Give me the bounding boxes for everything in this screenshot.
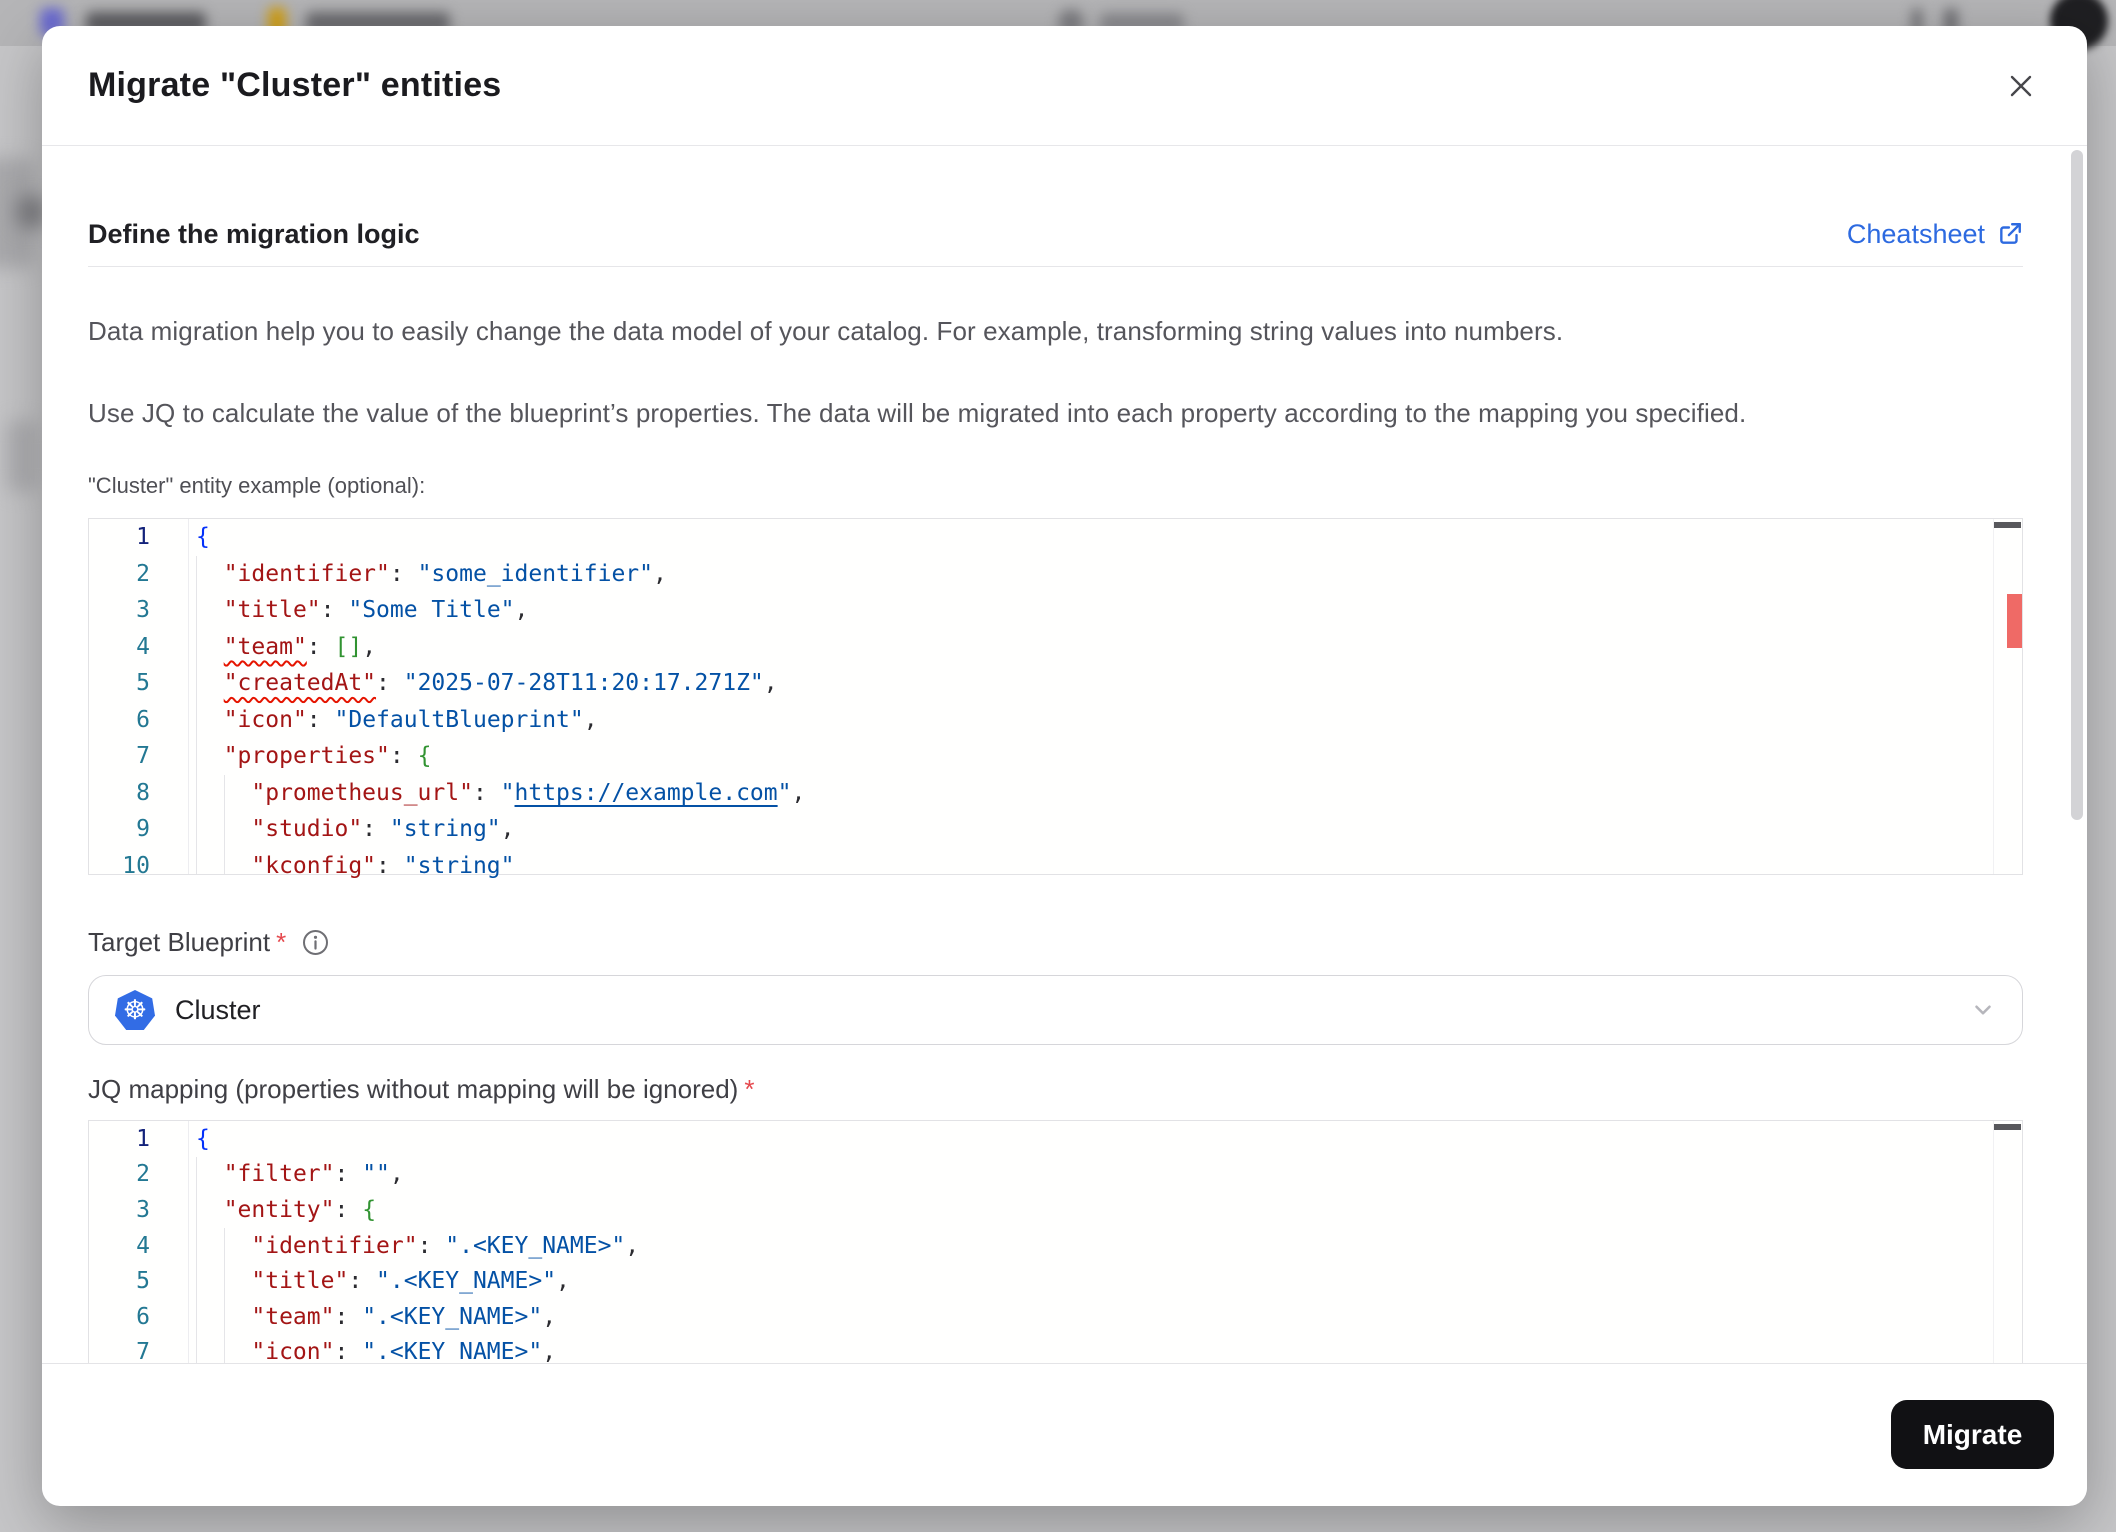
target-blueprint-value: Cluster [175, 994, 261, 1025]
cheatsheet-link[interactable]: Cheatsheet [1847, 219, 2023, 250]
line-number: 1 [136, 524, 150, 551]
code-line: 5 "createdAt": "2025-07-28T11:20:17.271Z… [89, 665, 2022, 702]
dialog-title: Migrate "Cluster" entities [88, 66, 502, 104]
line-number: 2 [136, 560, 150, 587]
line-number: 2 [136, 1161, 150, 1188]
code-line: 1{ [89, 1121, 2022, 1157]
code-line: 2 "identifier": "some_identifier", [89, 556, 2022, 593]
code-line: 8 "prometheus_url": "https://example.com… [89, 775, 2022, 812]
code-line: 5 "title": ".<KEY_NAME>", [89, 1263, 2022, 1299]
line-number: 6 [136, 1303, 150, 1330]
modal-scrollbar[interactable] [2071, 150, 2083, 820]
line-number: 10 [122, 852, 150, 879]
close-icon[interactable] [2001, 66, 2041, 106]
line-number: 8 [136, 779, 150, 806]
info-icon[interactable] [302, 929, 329, 956]
migrate-entities-dialog: Migrate "Cluster" entities Define the mi… [42, 26, 2087, 1506]
line-number: 3 [136, 1196, 150, 1223]
migrate-button[interactable]: Migrate [1891, 1400, 2054, 1469]
jq-mapping-label: JQ mapping (properties without mapping w… [88, 1074, 739, 1104]
code-line: 7 "icon": ".<KEY_NAME>", [89, 1335, 2022, 1363]
line-number: 7 [136, 1339, 150, 1363]
blurred-sidebar-item [16, 196, 44, 228]
description-paragraph-1: Data migration help you to easily change… [88, 316, 1564, 346]
target-blueprint-select[interactable]: ☸ Cluster [88, 975, 2023, 1045]
required-asterisk: * [744, 1074, 755, 1104]
blurred-sidebar-item [6, 420, 38, 492]
target-blueprint-label: Target Blueprint [88, 927, 271, 957]
code-line: 3 "title": "Some Title", [89, 592, 2022, 629]
code-line: 2 "filter": "", [89, 1157, 2022, 1193]
section-title: Define the migration logic [88, 218, 420, 249]
cheatsheet-label: Cheatsheet [1846, 218, 1985, 249]
code-line: 4 "team": [], [89, 629, 2022, 666]
line-number: 1 [136, 1125, 150, 1152]
jq-mapping-code-editor[interactable]: 1{2 "filter": "", 3 "entity": {4 "identif… [88, 1120, 2023, 1363]
code-line: 10 "kconfig": "string" [89, 848, 2022, 885]
code-line: 4 "identifier": ".<KEY_NAME>", [89, 1228, 2022, 1264]
code-line: 6 "team": ".<KEY_NAME>", [89, 1299, 2022, 1335]
code-line: 7 "properties": { [89, 738, 2022, 775]
dialog-footer: Migrate [42, 1363, 2087, 1506]
line-number: 4 [136, 633, 150, 660]
editor-scrollbar-thumb[interactable] [1994, 1124, 2021, 1130]
editor-scrollbar-thumb[interactable] [1994, 522, 2021, 528]
code-line: 3 "entity": { [89, 1192, 2022, 1228]
line-number: 5 [136, 670, 150, 697]
entity-example-label: "Cluster" entity example (optional): [88, 473, 426, 498]
line-number: 7 [136, 743, 150, 770]
kubernetes-icon: ☸ [115, 990, 155, 1030]
line-number: 4 [136, 1232, 150, 1259]
external-link-icon [1997, 221, 2023, 247]
chevron-down-icon [1970, 997, 1996, 1023]
description-paragraph-2: Use JQ to calculate the value of the blu… [88, 398, 1747, 428]
section-divider [88, 266, 2023, 267]
entity-example-code-editor[interactable]: 1{2 "identifier": "some_identifier", 3 "t… [88, 518, 2023, 879]
code-line: 9 "studio": "string", [89, 811, 2022, 848]
dialog-header: Migrate "Cluster" entities [42, 26, 2087, 146]
dialog-scroll-area: Define the migration logic Cheatsheet Da… [42, 146, 2087, 1363]
line-number: 3 [136, 597, 150, 624]
required-asterisk: * [276, 927, 287, 957]
line-number: 5 [136, 1268, 150, 1295]
code-line: 6 "icon": "DefaultBlueprint", [89, 702, 2022, 739]
line-number: 6 [136, 706, 150, 733]
code-line: 1{ [89, 519, 2022, 556]
line-number: 9 [136, 816, 150, 843]
